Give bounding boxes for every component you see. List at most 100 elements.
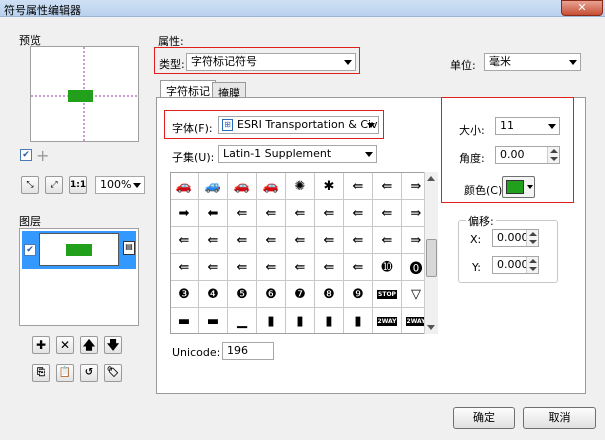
glyph-cell[interactable]: 🚗: [228, 173, 257, 200]
glyph-cell[interactable]: ⇚: [373, 173, 402, 200]
ok-button[interactable]: 确定: [453, 407, 515, 429]
layers-label: 图层: [19, 215, 41, 228]
glyph-cell[interactable]: ❺: [228, 281, 257, 308]
glyph-cell[interactable]: ❻: [257, 281, 286, 308]
chevron-down-icon: [365, 152, 373, 157]
preview-checkbox[interactable]: ✔: [20, 149, 32, 161]
scroll-up-icon[interactable]: [427, 176, 435, 181]
tag-icon[interactable]: 🏷: [104, 364, 122, 382]
offset-y-stepper[interactable]: 0.0000: [492, 256, 539, 274]
glyph-cell[interactable]: ➡: [171, 200, 199, 227]
glyph-cell[interactable]: ⬅: [199, 200, 228, 227]
zoom-fit-icon[interactable]: ⤡: [21, 176, 39, 194]
color-picker-button[interactable]: [502, 176, 535, 198]
angle-stepper[interactable]: 0.00: [495, 146, 560, 164]
move-up-icon[interactable]: 🡅: [80, 336, 98, 354]
glyph-cell[interactable]: 🚙: [199, 173, 228, 200]
glyph-cell[interactable]: ⇚: [286, 254, 315, 281]
reset-layer-icon[interactable]: ↺: [80, 364, 98, 382]
chevron-down-icon: [133, 183, 141, 188]
glyph-cell[interactable]: ⇚: [344, 227, 373, 254]
glyph-cell[interactable]: ⇚: [257, 227, 286, 254]
spin-arrows-icon[interactable]: [547, 147, 559, 163]
tab-mask[interactable]: 掩膜: [212, 82, 246, 100]
scroll-thumb[interactable]: [426, 239, 437, 277]
layer-row[interactable]: ✔ ▤: [22, 231, 136, 269]
glyph-cell[interactable]: ▮: [257, 308, 286, 333]
glyph-symbol: ⇚: [352, 178, 364, 194]
crosshair-icon[interactable]: +: [36, 146, 49, 165]
glyph-cell[interactable]: ⇚: [315, 200, 344, 227]
scroll-down-icon[interactable]: [427, 325, 435, 330]
glyph-grid[interactable]: 🚗🚙🚗🚗✺✱⇚⇚⇛⇛⇛➡⬅⇚⇚⇚⇚⇚⇚⇛⇛⇛⇚⇚⇚⇚⇚⇚⇚⇚⇛⇛⇛⇚⇚⇚⇚⇚⇚⇚…: [170, 172, 438, 334]
close-button[interactable]: ✕: [561, 0, 603, 16]
glyph-cell[interactable]: ▮: [344, 308, 373, 333]
glyph-cell[interactable]: ❼: [286, 281, 315, 308]
glyph-cell[interactable]: ➓: [373, 254, 402, 281]
cancel-button[interactable]: 取消: [523, 407, 596, 429]
spin-arrows-icon[interactable]: [526, 230, 538, 246]
glyph-cell[interactable]: ⇚: [171, 227, 199, 254]
copy-layer-icon[interactable]: ⎘: [32, 364, 50, 382]
glyph-cell[interactable]: ▁: [228, 308, 257, 333]
glyph-cell[interactable]: ⇚: [228, 227, 257, 254]
glyph-cell[interactable]: ⇚: [199, 227, 228, 254]
layer-properties-icon[interactable]: ▤: [123, 241, 135, 255]
glyph-cell[interactable]: ⇚: [344, 254, 373, 281]
glyph-cell[interactable]: STOP: [373, 281, 402, 308]
glyph-cell[interactable]: ⇚: [199, 254, 228, 281]
glyph-symbol: ⇚: [323, 205, 335, 221]
font-select[interactable]: ⊞ ESRI Transportation & Civic: [218, 116, 379, 134]
glyph-cell[interactable]: ⇚: [228, 200, 257, 227]
glyph-cell[interactable]: ⇚: [257, 200, 286, 227]
glyph-cell[interactable]: ⇚: [373, 227, 402, 254]
unit-select[interactable]: 毫米: [484, 53, 581, 71]
glyph-cell[interactable]: ⇚: [344, 200, 373, 227]
unicode-label: Unicode:: [172, 346, 221, 359]
glyph-cell[interactable]: ⇚: [344, 173, 373, 200]
glyph-symbol: ⓿: [409, 261, 423, 277]
glyph-symbol: ➡: [178, 205, 190, 221]
glyph-cell[interactable]: ✱: [315, 173, 344, 200]
glyph-cell[interactable]: ❽: [315, 281, 344, 308]
unicode-field[interactable]: 196: [222, 342, 274, 360]
paste-layer-icon[interactable]: 📋: [56, 364, 74, 382]
type-value: 字符标记符号: [191, 55, 257, 68]
offset-x-stepper[interactable]: 0.0000: [492, 229, 539, 247]
glyph-cell[interactable]: ▮: [286, 308, 315, 333]
glyph-cell[interactable]: ✺: [286, 173, 315, 200]
glyph-cell[interactable]: 🚗: [171, 173, 199, 200]
offset-x-label: X:: [470, 233, 482, 246]
move-down-icon[interactable]: 🡇: [104, 336, 122, 354]
glyph-cell[interactable]: ▮: [315, 308, 344, 333]
glyph-cell[interactable]: ⇚: [315, 227, 344, 254]
glyph-cell[interactable]: ❾: [344, 281, 373, 308]
tab-character-marker[interactable]: 字符标记: [160, 80, 216, 98]
glyph-symbol: ⇛: [410, 232, 422, 248]
actual-size-icon[interactable]: 1:1: [69, 176, 87, 194]
glyph-cell[interactable]: ⇚: [315, 254, 344, 281]
glyph-cell[interactable]: ⇚: [257, 254, 286, 281]
glyph-cell[interactable]: 🚗: [257, 173, 286, 200]
glyph-cell[interactable]: ⇚: [373, 200, 402, 227]
zoom-extent-icon[interactable]: ⤢: [45, 176, 63, 194]
glyph-cell[interactable]: ❹: [199, 281, 228, 308]
remove-layer-icon[interactable]: ✕: [56, 336, 74, 354]
zoom-select[interactable]: 100%: [95, 176, 145, 194]
glyph-cell[interactable]: ▬: [199, 308, 228, 333]
glyph-symbol: ▽: [411, 286, 421, 302]
glyph-cell[interactable]: ⇚: [228, 254, 257, 281]
glyph-scrollbar[interactable]: [424, 172, 438, 334]
glyph-cell[interactable]: ⇚: [171, 254, 199, 281]
glyph-cell[interactable]: ❸: [171, 281, 199, 308]
add-layer-icon[interactable]: ✚: [32, 336, 50, 354]
size-select[interactable]: 11: [495, 117, 560, 135]
subset-select[interactable]: Latin-1 Supplement: [218, 145, 377, 163]
glyph-cell[interactable]: ⇚: [286, 200, 315, 227]
layer-checkbox[interactable]: ✔: [24, 244, 36, 256]
spin-arrows-icon[interactable]: [526, 257, 538, 273]
glyph-cell[interactable]: 2WAY: [373, 308, 402, 333]
type-select[interactable]: 字符标记符号: [186, 53, 356, 71]
glyph-cell[interactable]: ▬: [171, 308, 199, 333]
glyph-cell[interactable]: ⇚: [286, 227, 315, 254]
